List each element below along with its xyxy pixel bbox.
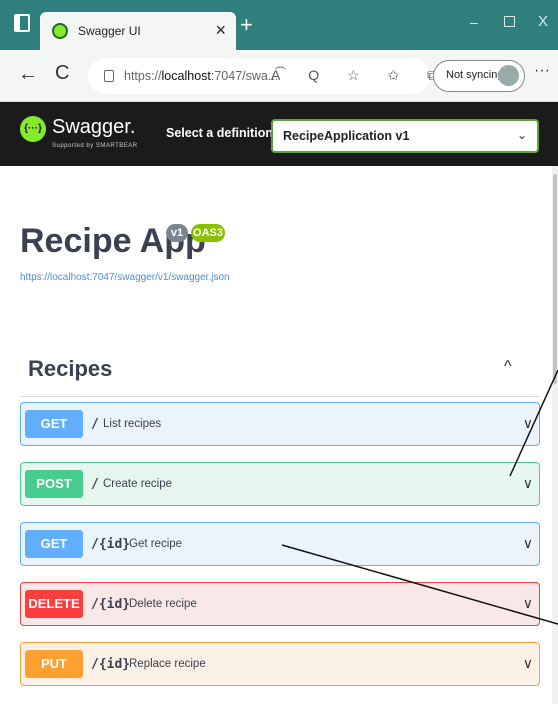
sync-label: Not syncing [446,69,503,81]
definition-select-value: RecipeApplication v1 [283,129,409,143]
sync-button[interactable]: Not syncing [433,60,525,92]
chevron-down-icon: ⌄ [517,128,527,142]
operation-summary: Create recipe [103,478,172,490]
chevron-down-icon[interactable]: ∨ [523,475,533,492]
swagger-logo-icon[interactable]: {···} [20,116,46,142]
chevron-down-icon[interactable]: ∨ [523,535,533,552]
operation-path: /{id} [91,657,130,672]
swagger-topbar: {···} Swagger. Supported by SMARTBEAR Se… [0,102,558,166]
operation-summary: Replace recipe [129,658,206,670]
browser-tab[interactable]: Swagger UI × [40,12,236,50]
operation-post-create[interactable]: POST / Create recipe ∨ [20,462,540,506]
method-badge: GET [25,410,83,438]
section-title[interactable]: Recipes [28,356,112,382]
close-window-button[interactable]: X [538,13,548,30]
spec-link[interactable]: https://localhost:7047/swagger/v1/swagge… [20,272,230,283]
chevron-down-icon[interactable]: ∨ [523,415,533,432]
address-bar-icons[interactable]: A͡ Q ☆ ✩ ⧉ [271,67,449,84]
operation-path: /{id} [91,537,130,552]
url-prefix: https:// [124,69,162,83]
operation-summary: Delete recipe [129,598,197,610]
tab-close-icon[interactable]: × [215,20,226,40]
operation-path: / [91,477,99,492]
url-text[interactable]: https://localhost:7047/swa... [124,69,278,83]
oas-badge: OAS3 [191,224,225,242]
operation-summary: Get recipe [129,538,182,550]
browser-navbar: ← C https://localhost:7047/swa... A͡ Q ☆… [0,50,558,102]
maximize-button[interactable] [504,16,515,27]
browser-titlebar: Swagger UI × + – X [0,0,558,50]
more-menu-icon[interactable]: ··· [534,62,550,80]
swagger-favicon-icon [52,23,68,39]
minimize-button[interactable]: – [470,14,478,30]
scrollbar-thumb[interactable] [553,174,557,384]
url-host: localhost [162,69,211,83]
lock-icon[interactable] [104,70,114,82]
address-bar[interactable]: https://localhost:7047/swa... A͡ Q ☆ ✩ ⧉ [88,58,430,94]
operation-get-list[interactable]: GET / List recipes ∨ [20,402,540,446]
method-badge: POST [25,470,83,498]
operation-delete[interactable]: DELETE /{id} Delete recipe ∨ [20,582,540,626]
definition-label: Select a definition [166,126,273,140]
method-badge: PUT [25,650,83,678]
swagger-subbrand: Supported by SMARTBEAR [52,143,138,149]
new-tab-button[interactable]: + [240,14,253,36]
chevron-down-icon[interactable]: ∨ [523,655,533,672]
refresh-button[interactable]: C [55,62,69,85]
window-icon[interactable] [14,14,30,32]
back-button[interactable]: ← [18,63,38,86]
operation-summary: List recipes [103,418,161,430]
profile-avatar-icon [498,65,519,86]
page-scrollbar[interactable] [552,166,558,704]
operation-path: / [91,417,99,432]
section-divider [20,396,540,397]
operation-path: /{id} [91,597,130,612]
url-rest: :7047/swa... [211,69,278,83]
version-badge: v1 [166,224,188,242]
method-badge: GET [25,530,83,558]
chevron-up-icon[interactable]: ^ [504,358,512,376]
chevron-down-icon[interactable]: ∨ [523,595,533,612]
swagger-brand[interactable]: Swagger. [52,116,135,139]
operation-put[interactable]: PUT /{id} Replace recipe ∨ [20,642,540,686]
operation-get-by-id[interactable]: GET /{id} Get recipe ∨ [20,522,540,566]
definition-select[interactable]: RecipeApplication v1 ⌄ [271,119,539,153]
method-badge: DELETE [25,590,83,618]
tab-title: Swagger UI [78,24,141,38]
